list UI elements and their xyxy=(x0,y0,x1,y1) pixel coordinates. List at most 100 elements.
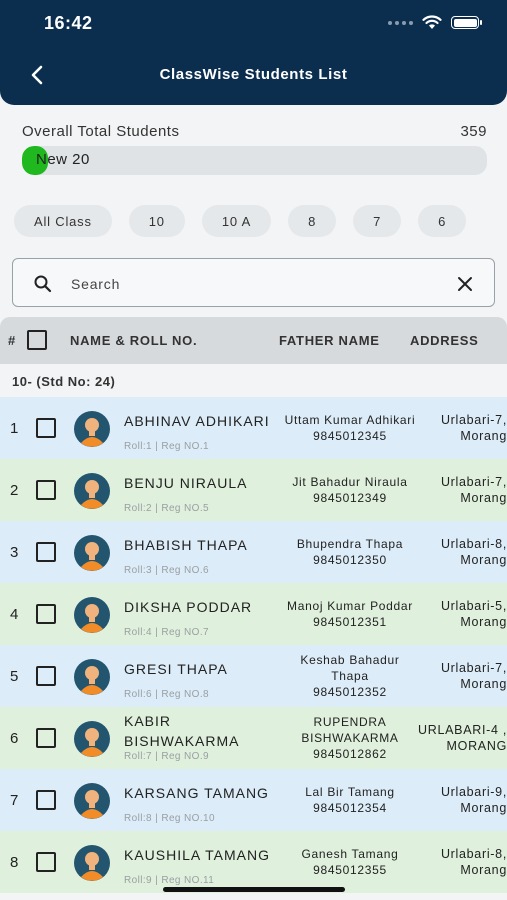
chip-class-10[interactable]: 10 xyxy=(128,205,185,237)
student-name: BHABISH THAPA xyxy=(124,537,248,553)
table-row[interactable]: 8 KAUSHILA TAMANG Roll:9 | Reg NO.11 Gan… xyxy=(0,831,507,893)
total-students-label: Overall Total Students xyxy=(22,123,180,140)
student-roll-reg: Roll:3 | Reg NO.6 xyxy=(124,565,209,576)
row-checkbox[interactable] xyxy=(36,666,56,686)
student-address: Urlabari-7, Morang xyxy=(440,661,507,691)
father-name: Ganesh Tamang xyxy=(301,847,399,861)
student-roll-reg: Roll:7 | Reg NO.9 xyxy=(124,751,209,762)
table-row[interactable]: 6 KABIR BISHWAKARMA Roll:7 | Reg NO.9 RU… xyxy=(0,707,507,769)
total-students-count: 359 xyxy=(460,123,487,140)
student-roll-reg: Roll:8 | Reg NO.10 xyxy=(124,813,215,824)
father-phone: 9845012345 xyxy=(313,429,387,443)
father-name: Lal Bir Tamang xyxy=(305,785,395,799)
father-phone: 9845012350 xyxy=(313,553,387,567)
student-address: URLABARI-4 , MORANG xyxy=(418,723,507,753)
chip-class-10a[interactable]: 10 A xyxy=(201,205,272,237)
student-address: Urlabari-8, Morang xyxy=(440,537,507,567)
father-info: Manoj Kumar Poddar 9845012351 xyxy=(280,587,420,641)
table-row[interactable]: 2 BENJU NIRAULA Roll:2 | Reg NO.5 Jit Ba… xyxy=(0,459,507,521)
row-index: 5 xyxy=(10,668,19,685)
wifi-icon xyxy=(422,15,442,29)
student-roll-reg: Roll:2 | Reg NO.5 xyxy=(124,503,209,514)
select-all-checkbox[interactable] xyxy=(27,330,47,350)
class-group-header: 10- (Std No: 24) xyxy=(0,364,507,397)
student-name: KABIR BISHWAKARMA xyxy=(124,713,240,749)
father-phone: 9845012862 xyxy=(313,747,387,761)
search-icon xyxy=(34,275,52,293)
chip-all-class[interactable]: All Class xyxy=(14,205,112,237)
row-index: 6 xyxy=(10,730,19,747)
father-info: RUPENDRA BISHWAKARMA 9845012862 xyxy=(280,711,420,765)
student-roll-reg: Roll:6 | Reg NO.8 xyxy=(124,689,209,700)
student-name: KAUSHILA TAMANG xyxy=(124,847,270,863)
signal-icon xyxy=(388,20,413,25)
row-checkbox[interactable] xyxy=(36,852,56,872)
row-checkbox[interactable] xyxy=(36,480,56,500)
row-index: 3 xyxy=(10,544,19,561)
father-name: Bhupendra Thapa xyxy=(296,537,404,551)
student-avatar-icon xyxy=(74,721,110,757)
status-time: 16:42 xyxy=(44,13,93,33)
chip-class-6[interactable]: 6 xyxy=(418,205,467,237)
father-phone: 9845012355 xyxy=(313,863,387,877)
row-index: 2 xyxy=(10,482,19,499)
student-list: 1 ABHINAV ADHIKARI Roll:1 | Reg NO.1 Utt… xyxy=(0,397,507,893)
row-index: 8 xyxy=(10,854,19,871)
row-checkbox[interactable] xyxy=(36,418,56,438)
father-name: RUPENDRA BISHWAKARMA xyxy=(301,715,399,745)
table-row[interactable]: 1 ABHINAV ADHIKARI Roll:1 | Reg NO.1 Utt… xyxy=(0,397,507,459)
father-info: Ganesh Tamang 9845012355 xyxy=(280,835,420,889)
header-index: # xyxy=(8,333,16,348)
student-avatar-icon xyxy=(74,473,110,509)
table-header: # NAME & ROLL NO. FATHER NAME ADDRESS xyxy=(0,317,507,364)
search-bar xyxy=(12,258,495,307)
row-checkbox[interactable] xyxy=(36,790,56,810)
father-name: Jit Bahadur Niraula xyxy=(292,475,408,489)
status-icons xyxy=(388,15,482,30)
student-avatar-icon xyxy=(74,535,110,571)
table-row[interactable]: 7 KARSANG TAMANG Roll:8 | Reg NO.10 Lal … xyxy=(0,769,507,831)
father-name: Manoj Kumar Poddar xyxy=(287,599,413,613)
father-phone: 9845012354 xyxy=(313,801,387,815)
student-name: BENJU NIRAULA xyxy=(124,475,248,491)
home-indicator xyxy=(163,887,345,892)
student-avatar-icon xyxy=(74,659,110,695)
class-group-label: 10- (Std No: 24) xyxy=(12,374,116,389)
row-index: 1 xyxy=(10,420,19,437)
student-avatar-icon xyxy=(74,845,110,881)
student-name: GRESI THAPA xyxy=(124,661,228,677)
header-address: ADDRESS xyxy=(410,333,479,348)
father-phone: 9845012349 xyxy=(313,491,387,505)
father-name: Uttam Kumar Adhikari xyxy=(284,413,416,427)
class-filter-chips: All Class 10 10 A 8 7 6 xyxy=(14,205,467,237)
student-address: Urlabari-5, Morang xyxy=(440,599,507,629)
father-phone: 9845012351 xyxy=(313,615,387,629)
student-address: Urlabari-7, Morang xyxy=(440,475,507,505)
student-name: KARSANG TAMANG xyxy=(124,785,269,801)
father-phone: 9845012352 xyxy=(313,685,387,699)
student-name: ABHINAV ADHIKARI xyxy=(124,413,270,429)
row-checkbox[interactable] xyxy=(36,604,56,624)
table-row[interactable]: 5 GRESI THAPA Roll:6 | Reg NO.8 Keshab B… xyxy=(0,645,507,707)
student-avatar-icon xyxy=(74,411,110,447)
row-checkbox[interactable] xyxy=(36,728,56,748)
close-icon[interactable] xyxy=(456,275,474,293)
row-checkbox[interactable] xyxy=(36,542,56,562)
table-row[interactable]: 4 DIKSHA PODDAR Roll:4 | Reg NO.7 Manoj … xyxy=(0,583,507,645)
battery-icon xyxy=(451,16,482,29)
student-name: DIKSHA PODDAR xyxy=(124,599,253,615)
page-title: ClassWise Students List xyxy=(159,66,348,83)
chip-class-7[interactable]: 7 xyxy=(353,205,402,237)
father-info: Lal Bir Tamang 9845012354 xyxy=(280,773,420,827)
student-address: Urlabari-7, Morang xyxy=(440,413,507,443)
search-input[interactable] xyxy=(71,273,431,295)
student-avatar-icon xyxy=(74,783,110,819)
chip-class-8[interactable]: 8 xyxy=(288,205,337,237)
father-info: Jit Bahadur Niraula 9845012349 xyxy=(280,463,420,517)
app-header: 16:42 ClassWise Students List xyxy=(0,0,507,105)
father-info: Keshab Bahadur Thapa 9845012352 xyxy=(280,649,420,703)
progress-label: New 20 xyxy=(36,151,90,168)
row-index: 7 xyxy=(10,792,19,809)
father-info: Uttam Kumar Adhikari 9845012345 xyxy=(280,401,420,455)
table-row[interactable]: 3 BHABISH THAPA Roll:3 | Reg NO.6 Bhupen… xyxy=(0,521,507,583)
